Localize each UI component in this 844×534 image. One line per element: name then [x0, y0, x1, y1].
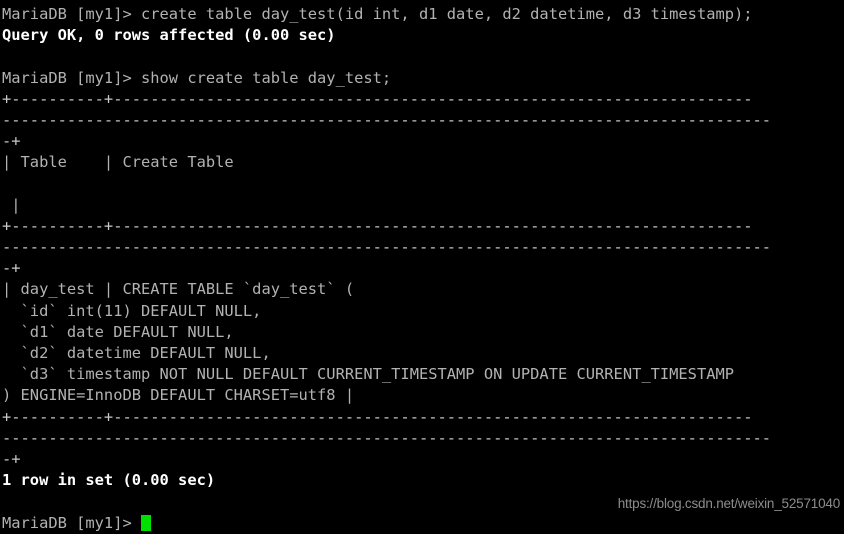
terminal-line-rule-mid-1: +----------+----------------------------…	[2, 216, 753, 235]
terminal-window[interactable]: MariaDB [my1]> create table day_test(id …	[0, 0, 844, 532]
terminal-line-engine: ) ENGINE=InnoDB DEFAULT CHARSET=utf8 |	[2, 386, 355, 405]
terminal-line-header-wrap-pipe: |	[2, 195, 21, 214]
terminal-screen[interactable]: MariaDB [my1]> create table day_test(id …	[2, 4, 844, 534]
text-cursor	[141, 514, 151, 531]
terminal-line-rule-top-3: -+	[2, 132, 21, 151]
terminal-line-rule-mid-2: ----------------------------------------…	[2, 238, 772, 257]
terminal-line-col-id: `id` int(11) DEFAULT NULL,	[2, 301, 262, 320]
terminal-line-table-headers: | Table | Create Table	[2, 153, 234, 172]
terminal-line-command-show: MariaDB [my1]> show create table day_tes…	[2, 68, 392, 87]
terminal-line-rule-bottom-2: ----------------------------------------…	[2, 428, 772, 447]
terminal-line-rule-mid-3: -+	[2, 259, 21, 278]
terminal-line-blank-1	[2, 46, 844, 67]
terminal-line-col-d3: `d3` timestamp NOT NULL DEFAULT CURRENT_…	[2, 365, 735, 384]
terminal-line-col-d1: `d1` date DEFAULT NULL,	[2, 322, 234, 341]
terminal-line-rule-bottom-3: -+	[2, 449, 21, 468]
terminal-line-create-status: Query OK, 0 rows affected (0.00 sec)	[2, 26, 336, 45]
terminal-line-blank-2	[2, 174, 844, 195]
terminal-line-command-create: MariaDB [my1]> create table day_test(id …	[2, 5, 753, 23]
terminal-line-row-create-table: | day_test | CREATE TABLE `day_test` (	[2, 280, 355, 299]
terminal-line-col-d2: `d2` datetime DEFAULT NULL,	[2, 344, 271, 362]
terminal-line-select-status: 1 row in set (0.00 sec)	[2, 471, 216, 490]
watermark-url: https://blog.csdn.net/weixin_52571040	[617, 496, 840, 511]
terminal-line-rule-bottom-1: +----------+----------------------------…	[2, 407, 753, 426]
terminal-line-rule-top-1: +----------+----------------------------…	[2, 89, 753, 108]
prompt-text: MariaDB [my1]>	[2, 513, 141, 532]
terminal-line-rule-top-2: ----------------------------------------…	[2, 110, 772, 129]
terminal-prompt-line[interactable]: MariaDB [my1]>	[2, 513, 844, 534]
